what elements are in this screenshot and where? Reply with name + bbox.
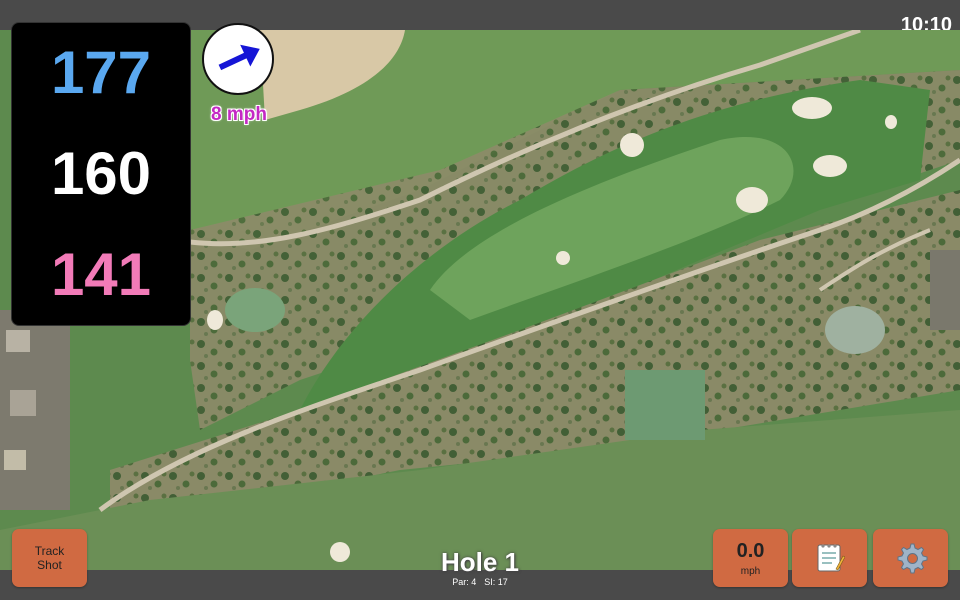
swing-speed-button[interactable]: 0.0 mph xyxy=(713,529,788,587)
track-shot-button[interactable]: Track Shot xyxy=(12,529,87,587)
hole-title: Hole 1 xyxy=(440,547,520,577)
back-distance: 177 xyxy=(50,39,152,107)
hole-info: Hole 1 Par: 4 SI: 17 xyxy=(400,549,560,587)
notes-button[interactable] xyxy=(792,529,867,587)
hole-stroke-index: SI: 17 xyxy=(484,577,508,587)
speed-unit: mph xyxy=(740,565,761,577)
gear-icon xyxy=(897,543,927,574)
notepad-icon xyxy=(817,544,845,572)
track-shot-label: Track Shot xyxy=(34,543,65,572)
settings-button[interactable] xyxy=(873,529,948,587)
middle-distance: 160 xyxy=(50,139,152,207)
distance-panel: 177 160 141 xyxy=(11,22,191,326)
wind-direction-arrow-icon xyxy=(218,44,260,71)
speed-value: 0.0 xyxy=(736,539,765,562)
front-distance: 141 xyxy=(50,240,152,308)
wind-speed: 8 mph xyxy=(211,104,267,125)
wind-indicator xyxy=(202,23,274,95)
hole-details: Par: 4 SI: 17 xyxy=(400,577,560,587)
hole-par: Par: 4 xyxy=(452,577,477,587)
